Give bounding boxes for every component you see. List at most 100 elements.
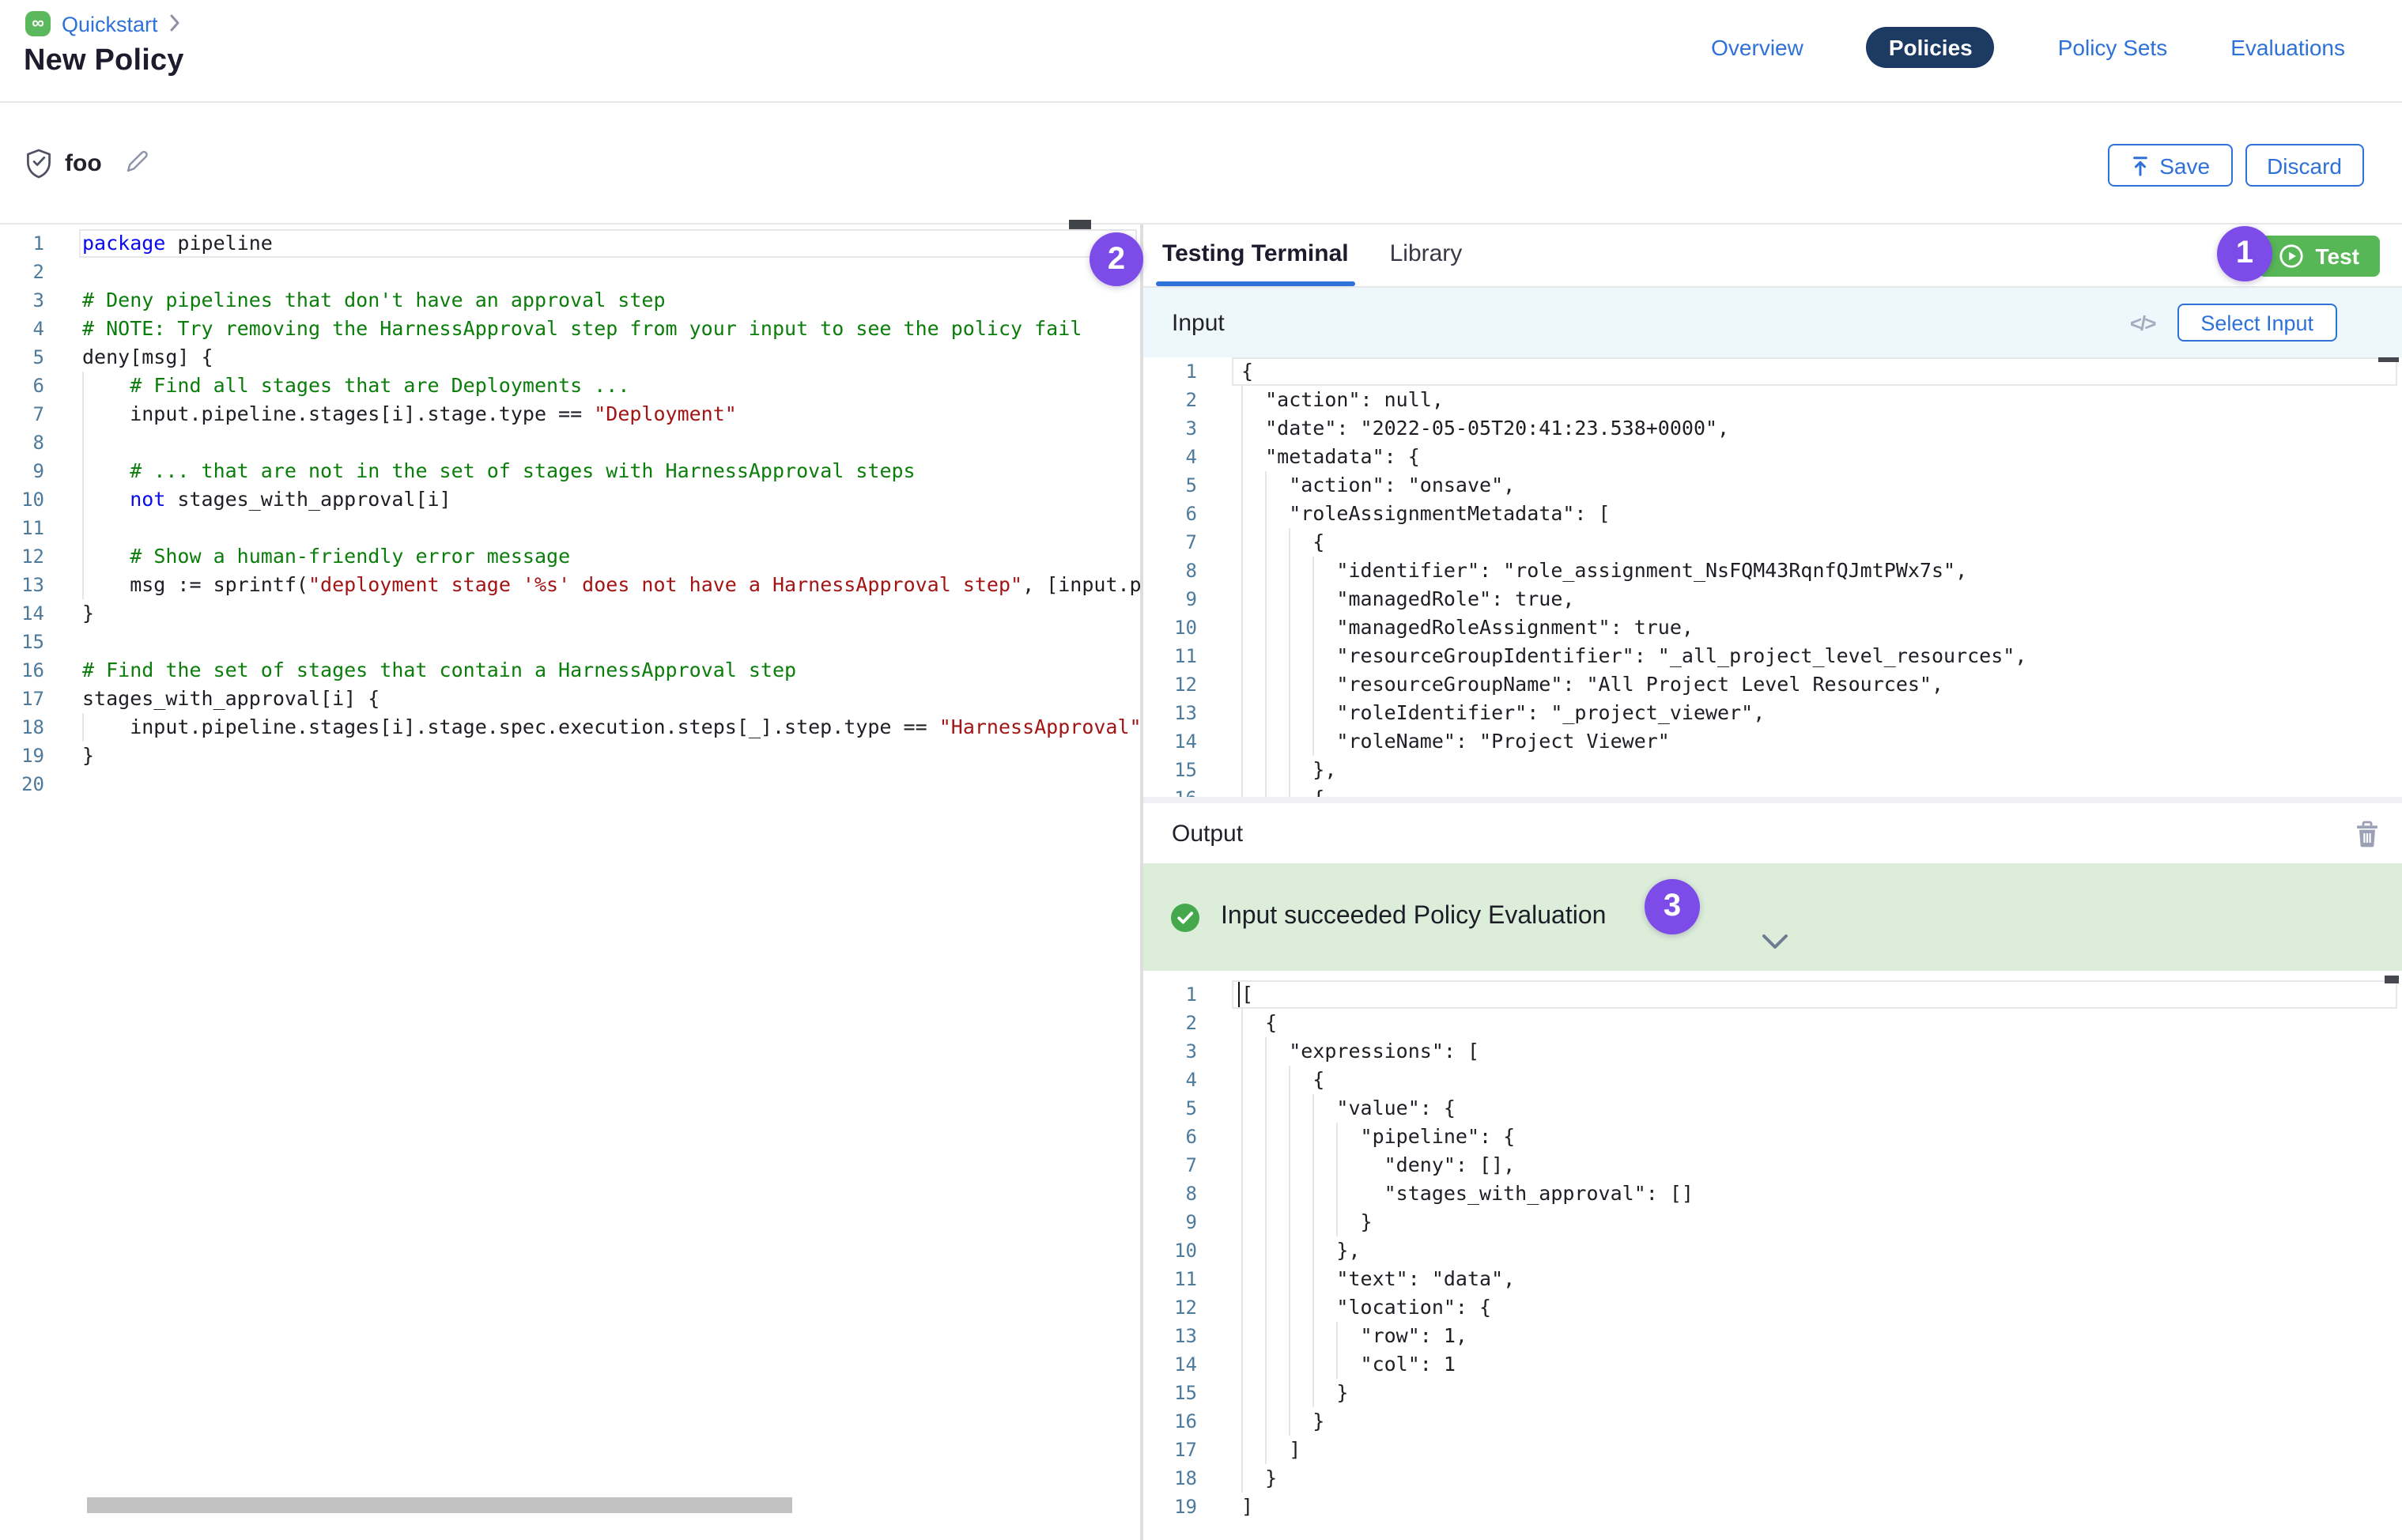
code-line: 12 # Show a human-friendly error message [0,542,1140,571]
nav-item-overview[interactable]: Overview [1711,35,1803,60]
annotation-badge-2: 2 [1090,232,1143,286]
code-line: 9 } [1143,1208,2402,1236]
line-number: 17 [1143,1436,1197,1464]
nav-item-policies[interactable]: Policies [1867,27,1995,68]
input-header-actions: </> Select Input [2130,304,2337,342]
line-number: 3 [1143,414,1197,443]
output-header: Output [1143,803,2402,863]
line-number: 20 [0,770,44,798]
toolbar-actions: Save Discard [2107,144,2364,187]
tab-library[interactable]: Library [1387,240,1466,286]
top-nav: Overview Policies Policy Sets Evaluation… [1711,27,2345,68]
line-number: 12 [0,542,44,571]
testing-panel: Testing Terminal Library Test Input [1143,225,2402,1540]
line-number: 13 [1143,699,1197,727]
scrollbar-thumb[interactable] [2385,976,2399,983]
discard-label: Discard [2267,153,2342,178]
success-banner: Input succeeded Policy Evaluation [1143,863,2402,971]
code-line: 14 "col": 1 [1143,1350,2402,1379]
tab-testing-terminal-label: Testing Terminal [1162,240,1349,267]
output-panel: Output Input suc [1143,803,2402,1540]
trash-icon[interactable] [2355,820,2380,847]
code-line: 16 } [1143,1407,2402,1436]
code-line: 16 { [1143,784,2402,797]
breadcrumb: ∞ Quickstart [25,11,180,36]
code-line: 12 "location": { [1143,1293,2402,1322]
line-number: 3 [0,286,44,315]
line-number: 19 [1143,1493,1197,1521]
nav-item-evaluations[interactable]: Evaluations [2230,35,2345,60]
main-split: 1package pipeline23# Deny pipelines that… [0,223,2402,1540]
save-button[interactable]: Save [2107,144,2232,187]
code-line: 7 input.pipeline.stages[i].stage.type ==… [0,400,1140,428]
line-number: 7 [1143,528,1197,557]
code-line: 7 { [1143,528,2402,557]
line-number: 2 [1143,1009,1197,1037]
line-number: 1 [1143,980,1197,1009]
check-circle-icon [1170,902,1200,932]
line-number: 18 [0,713,44,742]
code-line: 4 { [1143,1066,2402,1094]
line-number: 8 [0,428,44,457]
edit-pencil-icon[interactable] [123,149,150,176]
line-number: 15 [1143,756,1197,784]
line-number: 14 [0,599,44,628]
line-number: 16 [0,656,44,685]
code-icon[interactable]: </> [2130,311,2155,334]
text-cursor [1237,982,1240,1007]
code-line: 2 [0,258,1140,286]
line-number: 8 [1143,1180,1197,1208]
code-line: 15 } [1143,1379,2402,1407]
breadcrumb-link-quickstart[interactable]: Quickstart [62,12,158,36]
code-line: 1package pipeline [0,229,1140,258]
scrollbar-thumb[interactable] [2378,357,2399,362]
line-number: 13 [1143,1322,1197,1350]
policy-code-editor[interactable]: 1package pipeline23# Deny pipelines that… [0,225,1140,1540]
code-line: 6 "pipeline": { [1143,1123,2402,1151]
line-number: 12 [1143,1293,1197,1322]
code-line: 11 "resourceGroupIdentifier": "_all_proj… [1143,642,2402,670]
horizontal-scrollbar[interactable] [87,1497,792,1513]
input-title: Input [1172,309,1225,336]
chevron-down-icon[interactable] [1762,934,1788,950]
code-line: 8 "identifier": "role_assignment_NsFQM43… [1143,557,2402,585]
test-button[interactable]: Test [2259,236,2381,277]
code-line: 14 "roleName": "Project Viewer" [1143,727,2402,756]
discard-button[interactable]: Discard [2245,144,2364,187]
annotation-badge-3: 3 [1645,879,1700,934]
line-number: 17 [0,685,44,713]
success-message: Input succeeded Policy Evaluation [1221,903,1606,931]
chevron-right-icon [169,14,180,32]
nav-item-policy-sets[interactable]: Policy Sets [2058,35,2168,60]
line-number: 6 [0,372,44,400]
code-line: 15 [0,628,1140,656]
code-line: 5 "action": "onsave", [1143,471,2402,500]
code-line: 17stages_with_approval[i] { [0,685,1140,713]
code-line: 12 "resourceGroupName": "All Project Lev… [1143,670,2402,699]
testing-tabbar: Testing Terminal Library Test [1143,225,2402,288]
line-number: 7 [1143,1151,1197,1180]
editor-scrollbar-thumb[interactable] [1069,220,1091,228]
code-line: 9 "managedRole": true, [1143,585,2402,613]
shield-check-icon [25,149,52,179]
line-number: 10 [0,485,44,514]
code-line: 18 } [1143,1464,2402,1493]
line-number: 2 [1143,386,1197,414]
select-input-button[interactable]: Select Input [2177,304,2337,342]
code-line: 8 [0,428,1140,457]
line-number: 5 [1143,1094,1197,1123]
tab-testing-terminal[interactable]: Testing Terminal [1159,240,1352,286]
output-code-editor[interactable]: 1[2 {3 "expressions": [4 {5 "value": {6 … [1143,971,2402,1540]
code-line: 3 "expressions": [ [1143,1037,2402,1066]
play-circle-icon [2279,243,2305,269]
code-line: 11 [0,514,1140,542]
line-number: 18 [1143,1464,1197,1493]
line-number: 13 [0,571,44,599]
code-line: 1{ [1143,357,2402,386]
line-number: 6 [1143,1123,1197,1151]
input-code-editor[interactable]: 1{2 "action": null,3 "date": "2022-05-05… [1143,357,2402,797]
line-number: 11 [1143,642,1197,670]
line-number: 10 [1143,1236,1197,1265]
line-number: 16 [1143,784,1197,797]
line-number: 14 [1143,1350,1197,1379]
